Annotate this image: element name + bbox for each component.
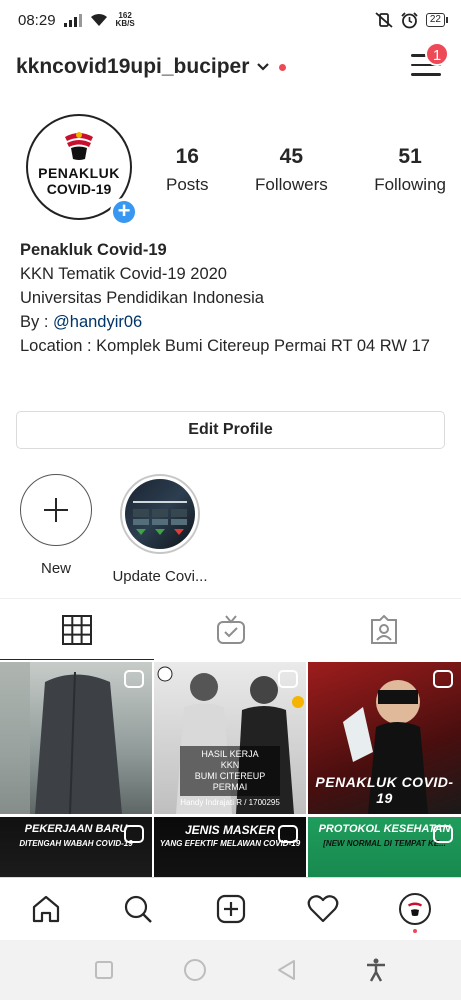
- profile-stats: 16 Posts 45 Followers 51 Following: [166, 145, 446, 195]
- wifi-icon: [90, 13, 107, 26]
- username[interactable]: kkncovid19upi_buciper: [16, 55, 249, 79]
- nav-search[interactable]: [92, 878, 184, 939]
- net-speed-unit: KB/S: [115, 19, 135, 28]
- back-icon[interactable]: [276, 959, 296, 981]
- accessibility-icon[interactable]: [365, 958, 387, 982]
- highlight-cover-ring[interactable]: [120, 474, 200, 554]
- igtv-badge-icon: [433, 670, 453, 688]
- stat-label: Posts: [166, 175, 209, 194]
- stat-label: Followers: [254, 175, 328, 194]
- igtv-badge-icon: [124, 670, 144, 688]
- new-post-icon: [216, 894, 245, 923]
- highlight-cover-image: [125, 479, 195, 549]
- tab-grid[interactable]: [0, 599, 154, 660]
- stat-followers[interactable]: 45 Followers: [255, 145, 328, 195]
- bottom-nav: [0, 877, 461, 939]
- avatar-text-line2: COVID-19: [46, 181, 112, 197]
- post-thumbnail[interactable]: [0, 662, 152, 814]
- igtv-icon: [216, 614, 245, 644]
- profile-avatar-wrap[interactable]: PENAKLUK COVID-19 +: [26, 114, 138, 226]
- bio-line: Universitas Pendidikan Indonesia: [20, 289, 264, 307]
- bio-by-prefix: By :: [20, 313, 54, 331]
- search-icon: [125, 895, 153, 923]
- bio-line: KKN Tematik Covid-19 2020: [20, 265, 227, 283]
- nav-activity[interactable]: [277, 878, 369, 939]
- upi-logo-icon: [407, 902, 422, 916]
- alarm-icon: [401, 11, 418, 28]
- system-nav-bar: [0, 940, 461, 1000]
- net-speed: 162 KB/S: [116, 12, 135, 28]
- tagged-icon: [371, 614, 398, 644]
- nav-new-post[interactable]: [184, 878, 276, 939]
- nav-profile-avatar: [398, 892, 431, 925]
- highlight-new[interactable]: New: [14, 474, 98, 577]
- tab-igtv[interactable]: [154, 599, 308, 660]
- heart-icon: [307, 894, 339, 922]
- status-right: 22: [375, 11, 449, 29]
- stat-label: Following: [374, 175, 446, 194]
- bio-mention-link[interactable]: @handyir06: [53, 313, 142, 331]
- bio-location: Location : Komplek Bumi Citereup Permai …: [20, 337, 430, 355]
- profile-bio: Penakluk Covid-19 KKN Tematik Covid-19 2…: [20, 238, 445, 358]
- igtv-badge-icon: [433, 825, 453, 843]
- highlight-label: Update Covi...: [112, 568, 208, 585]
- stat-value: 45: [279, 145, 304, 168]
- notification-badge: 1: [425, 42, 449, 66]
- post-caption-box: HASIL KERJA KKN BUMI CITEREUP PERMAI: [180, 746, 280, 796]
- upi-logo-icon: [65, 132, 93, 160]
- signal-icon: [63, 13, 82, 27]
- stat-following[interactable]: 51 Following: [374, 145, 446, 195]
- chevron-down-icon[interactable]: [257, 63, 270, 71]
- account-notification-dot: [279, 63, 287, 71]
- highlight-label: New: [40, 560, 71, 577]
- menu-icon-line: [411, 73, 441, 76]
- post-thumbnail[interactable]: PENAKLUK COVID-19: [308, 662, 461, 814]
- stat-value: 51: [398, 145, 422, 168]
- bio-by-line: By : @handyir06: [20, 310, 445, 334]
- stat-value: 16: [175, 145, 199, 168]
- profile-display-name: Penakluk Covid-19: [20, 241, 167, 259]
- post-caption-line: KKN: [220, 760, 240, 770]
- post-caption-line: BUMI CITEREUP PERMAI: [194, 771, 266, 792]
- grid-icon: [61, 614, 92, 645]
- nav-profile-dot: [412, 929, 417, 933]
- post-thumbnail[interactable]: PROTOKOL KESEHATAN [NEW NORMAL DI TEMPAT…: [308, 817, 461, 877]
- highlight-update-covid[interactable]: Update Covi...: [110, 474, 210, 585]
- covid-stats-thumbnail: [133, 501, 187, 535]
- home-button-icon[interactable]: [183, 958, 207, 982]
- post-thumbnail[interactable]: HASIL KERJA KKN BUMI CITEREUP PERMAI Han…: [154, 662, 306, 814]
- vibrate-mute-icon: [375, 12, 393, 28]
- edit-profile-button[interactable]: Edit Profile: [16, 411, 445, 449]
- nav-home[interactable]: [0, 878, 92, 939]
- stat-posts[interactable]: 16 Posts: [166, 145, 209, 195]
- igtv-badge-icon: [278, 670, 298, 688]
- post-thumbnail[interactable]: JENIS MASKER YANG EFEKTIF MELAWAN COVID-…: [154, 817, 306, 877]
- highlight-new-circle[interactable]: [20, 474, 92, 546]
- add-story-icon[interactable]: +: [110, 198, 138, 226]
- avatar-text-line1: PENAKLUK: [38, 165, 120, 181]
- post-caption: PENAKLUK COVID-19: [315, 774, 454, 806]
- post-credit: Handy Indrajati R / 1700295: [180, 798, 280, 807]
- nav-profile[interactable]: [369, 878, 461, 939]
- tab-tagged[interactable]: [307, 599, 461, 660]
- status-time: 08:29: [18, 11, 56, 29]
- profile-tabs: [0, 598, 461, 660]
- profile-header: kkncovid19upi_buciper 1: [0, 42, 461, 92]
- post-grid: HASIL KERJA KKN BUMI CITEREUP PERMAI Han…: [0, 662, 461, 877]
- igtv-badge-icon: [124, 825, 144, 843]
- status-left: 08:29 162 KB/S: [18, 12, 135, 29]
- igtv-badge-icon: [278, 825, 298, 843]
- plus-icon: [44, 498, 68, 522]
- post-thumbnail[interactable]: PEKERJAAN BARU DITENGAH WABAH COVID-19: [0, 817, 152, 877]
- recents-icon[interactable]: [94, 960, 114, 980]
- post-caption-line: HASIL KERJA: [201, 749, 259, 759]
- status-bar: 08:29 162 KB/S 22: [0, 0, 461, 40]
- home-icon: [32, 895, 60, 922]
- battery-icon: 22: [425, 13, 449, 27]
